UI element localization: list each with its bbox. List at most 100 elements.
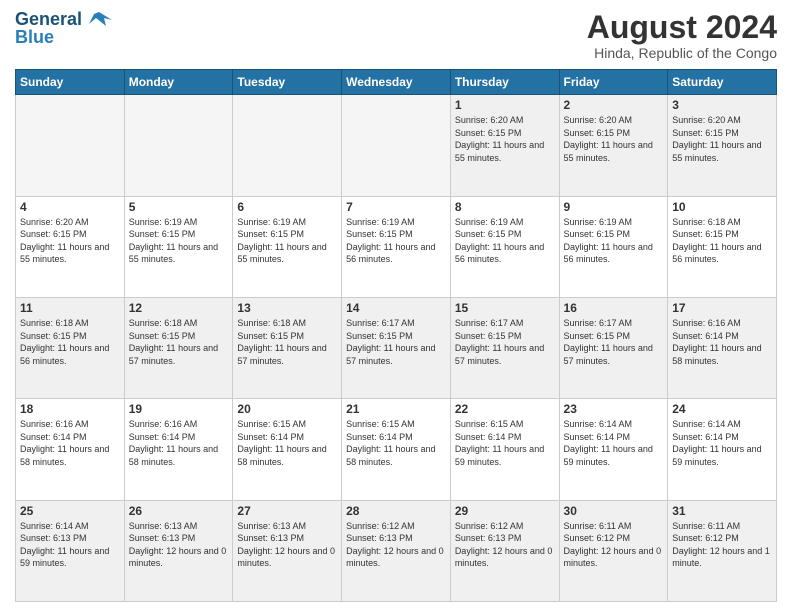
day-info: Sunrise: 6:14 AMSunset: 6:14 PMDaylight:… xyxy=(672,418,772,468)
calendar-day-cell: 2 Sunrise: 6:20 AMSunset: 6:15 PMDaylight… xyxy=(559,95,668,196)
calendar-week-row: 18 Sunrise: 6:16 AMSunset: 6:14 PMDayligh… xyxy=(16,399,777,500)
calendar-day-cell: 27 Sunrise: 6:13 AMSunset: 6:13 PMDayligh… xyxy=(233,500,342,601)
day-number: 14 xyxy=(346,301,446,315)
day-number: 4 xyxy=(20,200,120,214)
location: Hinda, Republic of the Congo xyxy=(587,45,777,61)
col-thursday: Thursday xyxy=(450,70,559,95)
col-saturday: Saturday xyxy=(668,70,777,95)
calendar-day-cell: 25 Sunrise: 6:14 AMSunset: 6:13 PMDayligh… xyxy=(16,500,125,601)
day-number: 9 xyxy=(564,200,664,214)
calendar-week-row: 1 Sunrise: 6:20 AMSunset: 6:15 PMDaylight… xyxy=(16,95,777,196)
day-number: 16 xyxy=(564,301,664,315)
day-number: 13 xyxy=(237,301,337,315)
day-info: Sunrise: 6:15 AMSunset: 6:14 PMDaylight:… xyxy=(237,418,337,468)
month-year: August 2024 xyxy=(587,10,777,45)
calendar-day-cell: 17 Sunrise: 6:16 AMSunset: 6:14 PMDayligh… xyxy=(668,297,777,398)
page: General Blue August 2024 Hinda, Republic… xyxy=(0,0,792,612)
calendar-day-cell xyxy=(124,95,233,196)
calendar-day-cell: 13 Sunrise: 6:18 AMSunset: 6:15 PMDayligh… xyxy=(233,297,342,398)
calendar-table: Sunday Monday Tuesday Wednesday Thursday… xyxy=(15,69,777,602)
day-info: Sunrise: 6:14 AMSunset: 6:13 PMDaylight:… xyxy=(20,520,120,570)
day-number: 28 xyxy=(346,504,446,518)
calendar-day-cell: 1 Sunrise: 6:20 AMSunset: 6:15 PMDaylight… xyxy=(450,95,559,196)
calendar-week-row: 25 Sunrise: 6:14 AMSunset: 6:13 PMDayligh… xyxy=(16,500,777,601)
day-info: Sunrise: 6:18 AMSunset: 6:15 PMDaylight:… xyxy=(129,317,229,367)
day-info: Sunrise: 6:13 AMSunset: 6:13 PMDaylight:… xyxy=(129,520,229,570)
day-number: 19 xyxy=(129,402,229,416)
title-section: August 2024 Hinda, Republic of the Congo xyxy=(587,10,777,61)
day-number: 17 xyxy=(672,301,772,315)
day-number: 29 xyxy=(455,504,555,518)
day-info: Sunrise: 6:19 AMSunset: 6:15 PMDaylight:… xyxy=(237,216,337,266)
day-number: 10 xyxy=(672,200,772,214)
day-info: Sunrise: 6:19 AMSunset: 6:15 PMDaylight:… xyxy=(346,216,446,266)
col-wednesday: Wednesday xyxy=(342,70,451,95)
day-info: Sunrise: 6:20 AMSunset: 6:15 PMDaylight:… xyxy=(20,216,120,266)
day-number: 1 xyxy=(455,98,555,112)
calendar-day-cell xyxy=(16,95,125,196)
day-info: Sunrise: 6:17 AMSunset: 6:15 PMDaylight:… xyxy=(564,317,664,367)
calendar-day-cell: 11Sunrise: 6:18 AMSunset: 6:15 PMDayligh… xyxy=(16,297,125,398)
calendar-day-cell: 10 Sunrise: 6:18 AMSunset: 6:15 PMDayligh… xyxy=(668,196,777,297)
calendar-day-cell: 26 Sunrise: 6:13 AMSunset: 6:13 PMDayligh… xyxy=(124,500,233,601)
day-info: Sunrise: 6:17 AMSunset: 6:15 PMDaylight:… xyxy=(455,317,555,367)
day-number: 15 xyxy=(455,301,555,315)
calendar-day-cell: 12 Sunrise: 6:18 AMSunset: 6:15 PMDayligh… xyxy=(124,297,233,398)
calendar-day-cell: 8Sunrise: 6:19 AMSunset: 6:15 PMDaylight… xyxy=(450,196,559,297)
day-info: Sunrise: 6:11 AMSunset: 6:12 PMDaylight:… xyxy=(672,520,772,570)
day-number: 22 xyxy=(455,402,555,416)
day-info: Sunrise: 6:18 AMSunset: 6:15 PMDaylight:… xyxy=(672,216,772,266)
calendar-day-cell: 22 Sunrise: 6:15 AMSunset: 6:14 PMDayligh… xyxy=(450,399,559,500)
calendar-day-cell: 23 Sunrise: 6:14 AMSunset: 6:14 PMDayligh… xyxy=(559,399,668,500)
day-number: 7 xyxy=(346,200,446,214)
logo-blue: Blue xyxy=(15,28,54,46)
calendar-day-cell: 14Sunrise: 6:17 AMSunset: 6:15 PMDayligh… xyxy=(342,297,451,398)
day-info: Sunrise: 6:12 AMSunset: 6:13 PMDaylight:… xyxy=(346,520,446,570)
day-info: Sunrise: 6:16 AMSunset: 6:14 PMDaylight:… xyxy=(672,317,772,367)
day-number: 12 xyxy=(129,301,229,315)
day-info: Sunrise: 6:18 AMSunset: 6:15 PMDaylight:… xyxy=(237,317,337,367)
calendar-day-cell: 6 Sunrise: 6:19 AMSunset: 6:15 PMDaylight… xyxy=(233,196,342,297)
day-info: Sunrise: 6:13 AMSunset: 6:13 PMDaylight:… xyxy=(237,520,337,570)
day-info: Sunrise: 6:20 AMSunset: 6:15 PMDaylight:… xyxy=(672,114,772,164)
calendar-day-cell: 7 Sunrise: 6:19 AMSunset: 6:15 PMDaylight… xyxy=(342,196,451,297)
day-info: Sunrise: 6:15 AMSunset: 6:14 PMDaylight:… xyxy=(455,418,555,468)
logo: General Blue xyxy=(15,10,114,46)
day-number: 24 xyxy=(672,402,772,416)
day-number: 18 xyxy=(20,402,120,416)
calendar-week-row: 4 Sunrise: 6:20 AMSunset: 6:15 PMDaylight… xyxy=(16,196,777,297)
calendar-day-cell: 29Sunrise: 6:12 AMSunset: 6:13 PMDayligh… xyxy=(450,500,559,601)
calendar-day-cell: 18 Sunrise: 6:16 AMSunset: 6:14 PMDayligh… xyxy=(16,399,125,500)
day-number: 26 xyxy=(129,504,229,518)
day-number: 27 xyxy=(237,504,337,518)
calendar-day-cell: 15 Sunrise: 6:17 AMSunset: 6:15 PMDayligh… xyxy=(450,297,559,398)
calendar-day-cell xyxy=(233,95,342,196)
day-number: 31 xyxy=(672,504,772,518)
calendar-day-cell: 31 Sunrise: 6:11 AMSunset: 6:12 PMDayligh… xyxy=(668,500,777,601)
day-number: 21 xyxy=(346,402,446,416)
day-number: 25 xyxy=(20,504,120,518)
day-info: Sunrise: 6:16 AMSunset: 6:14 PMDaylight:… xyxy=(20,418,120,468)
day-number: 3 xyxy=(672,98,772,112)
calendar-day-cell: 28 Sunrise: 6:12 AMSunset: 6:13 PMDayligh… xyxy=(342,500,451,601)
day-number: 2 xyxy=(564,98,664,112)
calendar-week-row: 11Sunrise: 6:18 AMSunset: 6:15 PMDayligh… xyxy=(16,297,777,398)
col-sunday: Sunday xyxy=(16,70,125,95)
calendar-day-cell xyxy=(342,95,451,196)
day-number: 8 xyxy=(455,200,555,214)
day-info: Sunrise: 6:14 AMSunset: 6:14 PMDaylight:… xyxy=(564,418,664,468)
calendar-day-cell: 4 Sunrise: 6:20 AMSunset: 6:15 PMDaylight… xyxy=(16,196,125,297)
calendar-day-cell: 5Sunrise: 6:19 AMSunset: 6:15 PMDaylight… xyxy=(124,196,233,297)
logo-general: General xyxy=(15,10,82,28)
header: General Blue August 2024 Hinda, Republic… xyxy=(15,10,777,61)
calendar-day-cell: 24 Sunrise: 6:14 AMSunset: 6:14 PMDayligh… xyxy=(668,399,777,500)
calendar-header-row: Sunday Monday Tuesday Wednesday Thursday… xyxy=(16,70,777,95)
day-info: Sunrise: 6:20 AMSunset: 6:15 PMDaylight:… xyxy=(564,114,664,164)
calendar-day-cell: 20Sunrise: 6:15 AMSunset: 6:14 PMDayligh… xyxy=(233,399,342,500)
day-number: 5 xyxy=(129,200,229,214)
day-number: 6 xyxy=(237,200,337,214)
day-number: 23 xyxy=(564,402,664,416)
calendar-day-cell: 3 Sunrise: 6:20 AMSunset: 6:15 PMDaylight… xyxy=(668,95,777,196)
col-tuesday: Tuesday xyxy=(233,70,342,95)
day-info: Sunrise: 6:20 AMSunset: 6:15 PMDaylight:… xyxy=(455,114,555,164)
